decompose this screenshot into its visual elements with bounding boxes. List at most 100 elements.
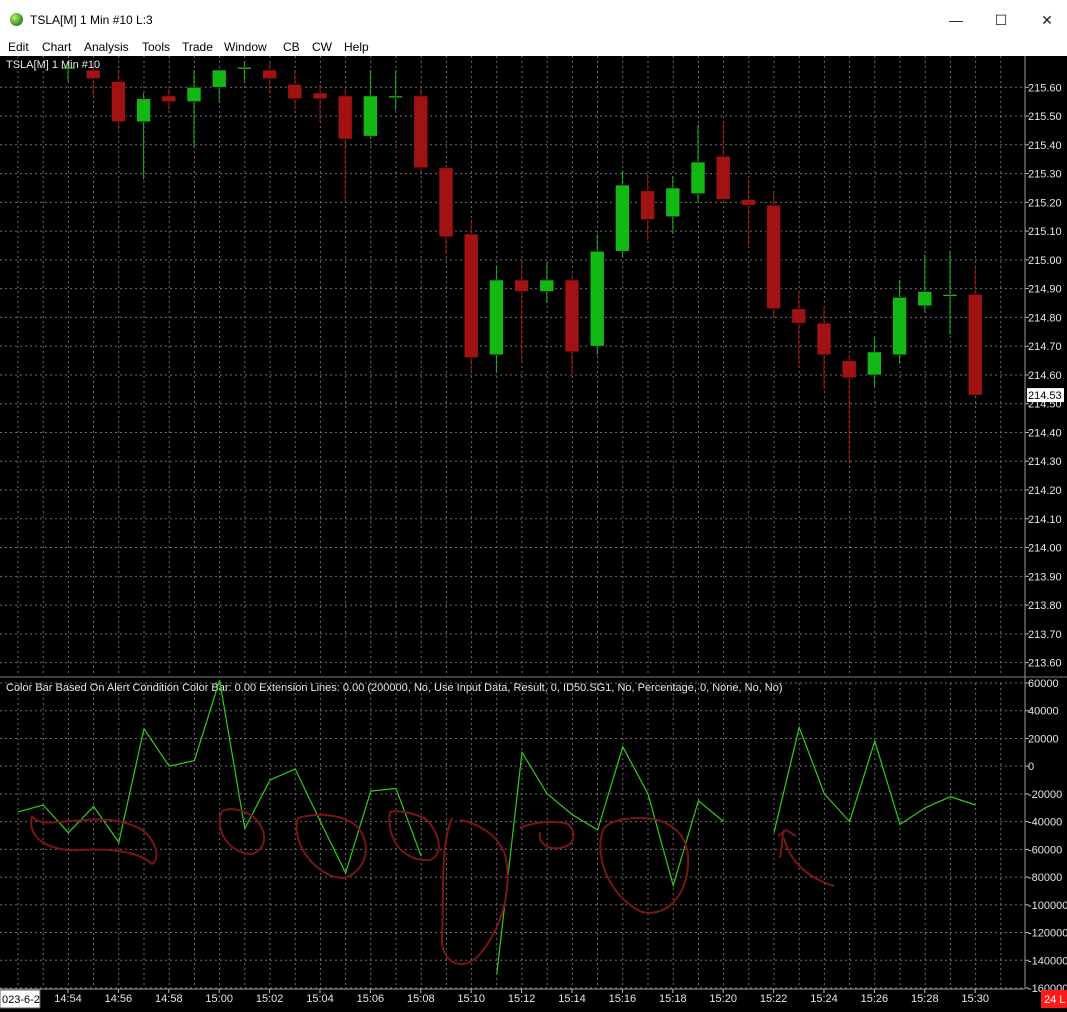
candle-body [539, 279, 555, 292]
last-price-tag: 214.53 [1027, 388, 1064, 403]
candle-body [766, 204, 781, 310]
indicator-axis-label: -100000 [1028, 900, 1067, 912]
candle-body [363, 95, 378, 137]
candle-body [111, 81, 126, 123]
indicator-axis-label: -20000 [1028, 789, 1062, 801]
candle-body [967, 294, 983, 396]
time-axis-label: 15:26 [861, 993, 889, 1005]
candle-body [942, 294, 958, 297]
time-axis-label: 15:02 [256, 993, 284, 1005]
candle-body [867, 351, 882, 376]
time-axis-label: 15:28 [911, 993, 939, 1005]
candle-body [489, 279, 504, 356]
price-axis-label: 214.60 [1028, 370, 1062, 382]
indicator-axis-label: 20000 [1028, 733, 1059, 745]
time-axis-label: 15:30 [961, 993, 989, 1005]
title-bar[interactable]: TSLA[M] 1 Min #10 L:3 — ☐ ✕ [0, 0, 1067, 38]
price-axis-label: 215.50 [1028, 111, 1062, 123]
price-axis-label: 214.40 [1028, 427, 1062, 439]
indicator-pane-label: Color Bar Based On Alert Condition Color… [6, 682, 783, 694]
time-axis-label: 15:12 [508, 993, 536, 1005]
time-axis-label: 15:22 [760, 993, 788, 1005]
price-axis-label: 214.00 [1028, 543, 1062, 555]
price-axis-label: 215.20 [1028, 197, 1062, 209]
candle-body [791, 308, 807, 324]
candle-body [85, 69, 101, 79]
time-axis-label: 15:24 [810, 993, 838, 1005]
price-axis-label: 213.60 [1028, 658, 1062, 670]
maximize-button[interactable]: ☐ [983, 8, 1019, 32]
window-title: TSLA[M] 1 Min #10 L:3 [30, 13, 153, 27]
candle-body [665, 187, 681, 218]
candle-body [388, 95, 403, 99]
price-axis-label: 215.10 [1028, 226, 1062, 238]
price-axis-label: 214.70 [1028, 341, 1062, 353]
candle-body [262, 69, 277, 79]
time-axis-label: 14:56 [105, 993, 133, 1005]
candle-body [337, 95, 353, 140]
menu-window[interactable]: Window [224, 40, 267, 54]
indicator-axis-label: -120000 [1028, 928, 1067, 940]
indicator-axis-label: -80000 [1028, 872, 1062, 884]
price-axis-label: 213.70 [1028, 629, 1062, 641]
menu-chart[interactable]: Chart [42, 40, 71, 54]
candle-body [892, 296, 907, 356]
minimize-button[interactable]: — [938, 8, 974, 32]
price-axis-label: 215.30 [1028, 169, 1062, 181]
time-axis-label: 15:00 [205, 993, 233, 1005]
menu-trade[interactable]: Trade [182, 40, 213, 54]
last-price-value: 214.53 [1028, 390, 1062, 402]
candle-body [564, 279, 580, 353]
candle-body [816, 322, 832, 356]
indicator-axis-label: -60000 [1028, 844, 1062, 856]
time-axis-label: 15:04 [306, 993, 334, 1005]
candle-body [438, 167, 454, 238]
time-axis-label: 15:06 [357, 993, 385, 1005]
candle-body [640, 190, 655, 220]
candle-body [841, 360, 857, 379]
candle-body [715, 156, 731, 200]
menu-cw[interactable]: CW [312, 40, 332, 54]
menu-analysis[interactable]: Analysis [84, 40, 129, 54]
price-axis-label: 214.80 [1028, 312, 1062, 324]
date-readout: 023-6-2 [2, 994, 40, 1006]
menu-cb[interactable]: CB [283, 40, 300, 54]
time-axis-label: 15:14 [558, 993, 586, 1005]
price-pane-label: TSLA[M] 1 Min #10 [6, 59, 100, 71]
candle-body [514, 279, 529, 292]
candle-body [312, 92, 328, 100]
menu-tools[interactable]: Tools [142, 40, 170, 54]
indicator-axis-label: 0 [1028, 761, 1034, 773]
close-button[interactable]: ✕ [1029, 8, 1065, 32]
candle-body [211, 69, 227, 88]
candle-body [136, 98, 151, 123]
candle-body [690, 161, 706, 195]
price-axis-label: 215.00 [1028, 255, 1062, 267]
candle-body [161, 95, 177, 102]
time-axis-label: 15:10 [457, 993, 485, 1005]
globe-icon [10, 13, 23, 26]
time-axis-label: 14:58 [155, 993, 183, 1005]
candle-body [287, 84, 303, 100]
candle-body [237, 66, 252, 70]
menu-edit[interactable]: Edit [8, 40, 29, 54]
chart-area[interactable]: 215.60 215.50 215.40 215.30 215.20 215.10 215.… [0, 56, 1067, 1012]
candle-body [741, 199, 756, 206]
chart-window: TSLA[M] 1 Min #10 L:3 — ☐ ✕ Edit Chart A… [0, 0, 1067, 1012]
indicator-axis-label: -140000 [1028, 955, 1067, 967]
corner-badge: 24 L [1044, 994, 1065, 1006]
indicator-axis-label: 40000 [1028, 706, 1059, 718]
time-axis-label: 15:20 [709, 993, 737, 1005]
menu-bar: Edit Chart Analysis Tools Trade Window C… [0, 38, 1067, 56]
menu-help[interactable]: Help [344, 40, 369, 54]
price-axis[interactable]: 215.60 215.50 215.40 215.30 215.20 215.10 215.… [1025, 82, 1062, 670]
candle-body [463, 233, 479, 358]
time-axis-label: 14:54 [54, 993, 82, 1005]
price-axis-label: 215.40 [1028, 140, 1062, 152]
price-axis-label: 214.10 [1028, 514, 1062, 526]
time-axis-label: 15:18 [659, 993, 687, 1005]
price-axis-label: 213.80 [1028, 600, 1062, 612]
candle-body [413, 95, 429, 169]
time-axis-label: 15:16 [609, 993, 637, 1005]
price-axis-label: 214.30 [1028, 456, 1062, 468]
